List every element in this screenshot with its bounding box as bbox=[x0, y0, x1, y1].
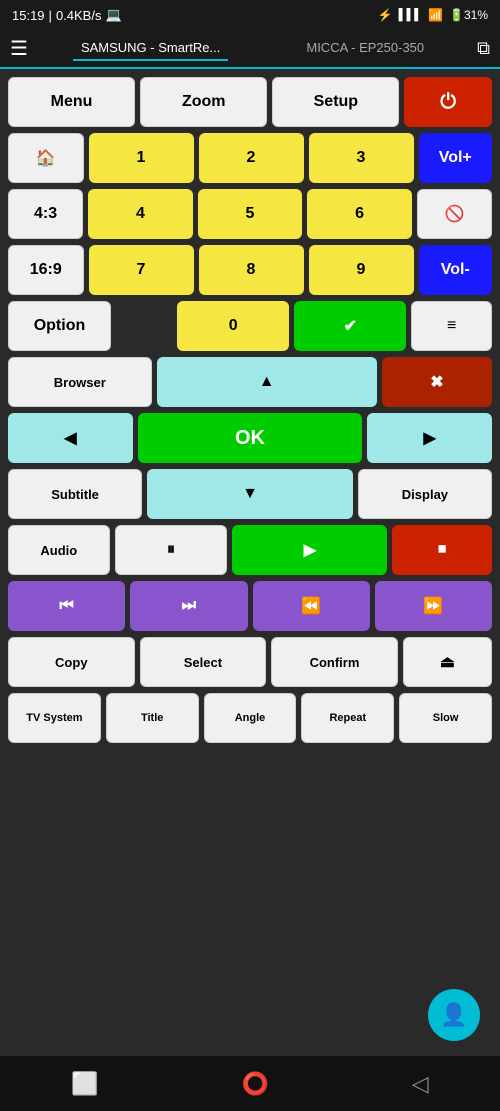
menu-button[interactable]: Menu bbox=[8, 77, 135, 127]
display-button[interactable]: Display bbox=[358, 469, 492, 519]
up-button[interactable]: ▲ bbox=[157, 357, 377, 407]
status-data: | bbox=[49, 8, 52, 23]
vol-minus-button[interactable]: Vol- bbox=[419, 245, 493, 295]
repeat-button[interactable]: Repeat bbox=[301, 693, 394, 743]
status-bar: 15:19 | 0.4KB/s 💻 ⚡ ▌▌▌ 📶 🔋31% bbox=[0, 0, 500, 30]
tv-system-button[interactable]: TV System bbox=[8, 693, 101, 743]
row-nums-2: 4:3 4 5 6 🚫 bbox=[8, 189, 492, 239]
remote-control: Menu Zoom Setup ⏻ 🏠 1 2 3 Vol+ 4:3 4 5 6… bbox=[0, 69, 500, 1056]
num-8-button[interactable]: 8 bbox=[199, 245, 304, 295]
list-button[interactable]: ≡ bbox=[411, 301, 492, 351]
bottom-nav-bar: ⬜ ⭕ ◁ bbox=[0, 1056, 500, 1111]
row-misc: TV System Title Angle Repeat Slow bbox=[8, 693, 492, 743]
status-data-rate: 0.4KB/s bbox=[56, 8, 102, 23]
close-button[interactable]: ✖ bbox=[382, 357, 492, 407]
pause-button[interactable]: ⏸ bbox=[115, 525, 228, 575]
row-nums-1: 🏠 1 2 3 Vol+ bbox=[8, 133, 492, 183]
row-subtitle: Subtitle ▼ Display bbox=[8, 469, 492, 519]
stop-button[interactable]: ⏹ bbox=[392, 525, 492, 575]
fast-forward-button[interactable]: ⏩ bbox=[375, 581, 492, 631]
eject-button[interactable]: ⏏ bbox=[403, 637, 492, 687]
right-button[interactable]: ▶ bbox=[367, 413, 492, 463]
row-browser: Browser ▲ ✖ bbox=[8, 357, 492, 407]
row-copy: Copy Select Confirm ⏏ bbox=[8, 637, 492, 687]
slow-button[interactable]: Slow bbox=[399, 693, 492, 743]
row-option: Option 0 ✔ ≡ bbox=[8, 301, 492, 351]
confirm-check-button[interactable]: ✔ bbox=[294, 301, 406, 351]
num-5-button[interactable]: 5 bbox=[198, 189, 303, 239]
bluetooth-icon: ⚡ bbox=[378, 8, 393, 22]
num-9-button[interactable]: 9 bbox=[309, 245, 414, 295]
home-button[interactable]: 🏠 bbox=[8, 133, 84, 183]
power-button[interactable]: ⏻ bbox=[404, 77, 492, 127]
status-time: 15:19 bbox=[12, 8, 45, 23]
battery-icon: 🔋31% bbox=[449, 8, 488, 22]
row-nums-3: 16:9 7 8 9 Vol- bbox=[8, 245, 492, 295]
num-0-button[interactable]: 0 bbox=[177, 301, 289, 351]
nav-circle-icon[interactable]: ⭕ bbox=[242, 1071, 269, 1097]
skip-prev-button[interactable]: ⏮ bbox=[8, 581, 125, 631]
zoom-button[interactable]: Zoom bbox=[140, 77, 267, 127]
laptop-icon: 💻 bbox=[105, 7, 121, 23]
audio-button[interactable]: Audio bbox=[8, 525, 110, 575]
copy-button[interactable]: Copy bbox=[8, 637, 135, 687]
num-7-button[interactable]: 7 bbox=[89, 245, 194, 295]
copy-screen-icon[interactable]: ⧉ bbox=[477, 38, 490, 59]
num-4-button[interactable]: 4 bbox=[88, 189, 193, 239]
vol-plus-button[interactable]: Vol+ bbox=[419, 133, 493, 183]
nav-bar: ☰ SAMSUNG - SmartRe... MICCA - EP250-350… bbox=[0, 30, 500, 69]
aspect-4-3-button[interactable]: 4:3 bbox=[8, 189, 83, 239]
setup-button[interactable]: Setup bbox=[272, 77, 399, 127]
ok-button[interactable]: OK bbox=[138, 413, 363, 463]
aspect-16-9-button[interactable]: 16:9 bbox=[8, 245, 84, 295]
angle-button[interactable]: Angle bbox=[204, 693, 297, 743]
row-transport: ⏮ ⏭ ⏪ ⏩ bbox=[8, 581, 492, 631]
row-ok: ◀ OK ▶ bbox=[8, 413, 492, 463]
browser-button[interactable]: Browser bbox=[8, 357, 152, 407]
rewind-button[interactable]: ⏪ bbox=[253, 581, 370, 631]
signal-icon: ▌▌▌ bbox=[399, 9, 422, 21]
fab-people-button[interactable]: 👤 bbox=[428, 989, 480, 1041]
left-button[interactable]: ◀ bbox=[8, 413, 133, 463]
hamburger-menu-icon[interactable]: ☰ bbox=[10, 36, 28, 61]
wifi-icon: 📶 bbox=[428, 8, 443, 22]
tab-micca[interactable]: MICCA - EP250-350 bbox=[298, 36, 432, 61]
confirm-button[interactable]: Confirm bbox=[271, 637, 398, 687]
select-button[interactable]: Select bbox=[140, 637, 267, 687]
no-sign-button[interactable]: 🚫 bbox=[417, 189, 492, 239]
nav-square-icon[interactable]: ⬜ bbox=[71, 1071, 98, 1097]
play-button[interactable]: ▶ bbox=[232, 525, 387, 575]
option-button[interactable]: Option bbox=[8, 301, 111, 351]
num-6-button[interactable]: 6 bbox=[307, 189, 412, 239]
title-button[interactable]: Title bbox=[106, 693, 199, 743]
nav-back-icon[interactable]: ◁ bbox=[412, 1071, 429, 1097]
num-3-button[interactable]: 3 bbox=[309, 133, 414, 183]
row-menu: Menu Zoom Setup ⏻ bbox=[8, 77, 492, 127]
down-button[interactable]: ▼ bbox=[147, 469, 353, 519]
skip-next-button[interactable]: ⏭ bbox=[130, 581, 247, 631]
tab-samsung[interactable]: SAMSUNG - SmartRe... bbox=[73, 36, 228, 61]
num-1-button[interactable]: 1 bbox=[89, 133, 194, 183]
num-2-button[interactable]: 2 bbox=[199, 133, 304, 183]
subtitle-button[interactable]: Subtitle bbox=[8, 469, 142, 519]
row-audio: Audio ⏸ ▶ ⏹ bbox=[8, 525, 492, 575]
